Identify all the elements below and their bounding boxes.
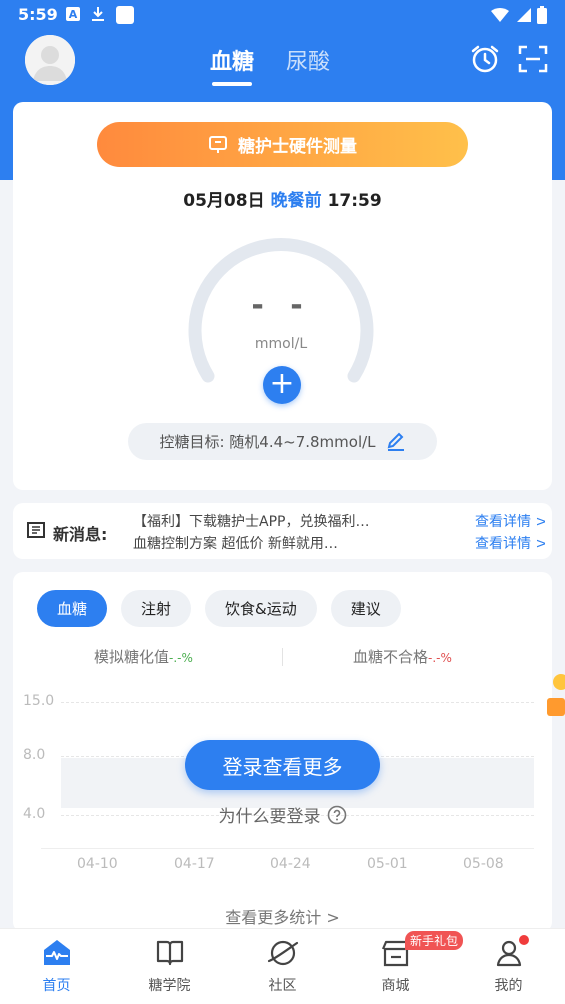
news-line: 【福利】下载糖护士APP，兑换福利…: [133, 514, 370, 530]
login-view-more-button[interactable]: 登录查看更多: [185, 740, 380, 790]
metric-value: -.-%: [428, 651, 452, 665]
news-detail-label: 查看详情 >: [475, 536, 545, 551]
default-avatar-icon: [25, 35, 75, 85]
measurement-time: 17:59: [327, 191, 382, 211]
status-bar: 5:59 A: [0, 0, 565, 30]
x-tick-label: 04-17: [174, 856, 215, 872]
tab-diet-exercise[interactable]: 饮食&运动: [205, 590, 317, 627]
tab-blood-glucose[interactable]: 血糖: [210, 44, 254, 86]
grid-line: [61, 702, 534, 703]
y-tick-label: 8.0: [23, 747, 46, 763]
news-ticker[interactable]: 新消息: 【福利】下载糖护士APP，兑换福利… 血糖控制方案 超低价 新鲜就用……: [13, 503, 552, 559]
metric-label: 模拟糖化值: [94, 648, 170, 666]
download-icon: [90, 6, 106, 22]
measurement-date: 05月08日: [183, 191, 265, 211]
status-time: 5:59: [18, 5, 58, 24]
scan-icon[interactable]: [518, 44, 548, 74]
tab-uric-acid[interactable]: 尿酸: [286, 44, 330, 76]
nav-academy[interactable]: 糖学院: [113, 929, 226, 1004]
glucose-unit: mmol/L: [254, 336, 308, 352]
nav-community[interactable]: 社区: [226, 929, 339, 1004]
metric-divider: [282, 648, 283, 666]
nav-label: 我的: [494, 978, 523, 994]
device-icon: [209, 135, 227, 153]
more-stats-link[interactable]: 查看更多统计 >: [13, 904, 552, 928]
nav-label: 商城: [381, 978, 410, 994]
edit-icon[interactable]: [386, 432, 406, 452]
news-label: 新消息:: [53, 525, 108, 544]
glucose-target-label: 控糖目标: 随机4.4~7.8mmol/L: [159, 433, 376, 451]
hardware-measure-label: 糖护士硬件测量: [238, 137, 357, 157]
nav-home[interactable]: 首页: [0, 929, 113, 1004]
help-icon: [327, 805, 346, 824]
square-notification-icon: [116, 6, 134, 24]
glucose-card: 糖护士硬件测量 05月08日 晚餐前 17:59 - - mmol/L + 控糖目标…: [13, 102, 552, 490]
floating-promo-icon[interactable]: [545, 660, 565, 730]
news-line: 血糖控制方案 超低价 新鲜就用…: [133, 536, 338, 551]
x-tick-label: 05-01: [367, 856, 408, 872]
planet-icon: [267, 940, 298, 966]
book-icon: [156, 940, 183, 966]
wifi-icon: [491, 8, 509, 22]
tab-glucose[interactable]: 血糖: [37, 590, 108, 627]
top-tabs: 血糖 尿酸: [210, 44, 330, 86]
signal-icon: [517, 8, 531, 22]
notification-dot: [519, 935, 529, 945]
home-pulse-icon: [43, 940, 70, 965]
metric-label: 血糖不合格: [353, 648, 429, 666]
metric-out-of-range: 血糖不合格-.-%: [353, 646, 452, 667]
metrics-row: 模拟糖化值-.-% 血糖不合格-.-%: [13, 646, 552, 670]
nav-label: 糖学院: [148, 978, 191, 994]
glucose-value: - -: [251, 288, 311, 323]
hardware-measure-button[interactable]: 糖护士硬件测量: [97, 122, 468, 167]
x-tick-label: 04-10: [77, 856, 118, 872]
avatar[interactable]: [25, 35, 75, 85]
app-notification-icon: A: [66, 7, 80, 21]
news-icon: [27, 522, 45, 538]
x-tick-label: 05-08: [463, 856, 504, 872]
news-detail-link[interactable]: 查看详情 > 查看详情 >: [475, 511, 545, 551]
y-tick-label: 15.0: [23, 693, 55, 709]
tab-advice[interactable]: 建议: [330, 590, 401, 627]
glucose-target[interactable]: 控糖目标: 随机4.4~7.8mmol/L: [128, 423, 437, 460]
top-header: 血糖 尿酸: [0, 30, 565, 100]
nav-profile[interactable]: 我的: [452, 929, 565, 1004]
bottom-navigation: 首页 糖学院 社区 新手礼包 商城 我的: [0, 928, 565, 1004]
measurement-datetime: 05月08日 晚餐前 17:59: [13, 186, 552, 211]
news-lines: 【福利】下载糖护士APP，兑换福利… 血糖控制方案 超低价 新鲜就用…: [133, 511, 473, 551]
metric-estimated-a1c: 模拟糖化值-.-%: [94, 646, 193, 667]
x-axis: [41, 848, 534, 849]
news-detail-label: 查看详情 >: [475, 514, 545, 530]
metric-value: -.-%: [169, 651, 193, 665]
nav-label: 社区: [268, 978, 297, 994]
meal-period[interactable]: 晚餐前: [271, 191, 322, 211]
nav-shop[interactable]: 新手礼包 商城: [339, 929, 464, 1004]
nav-label: 首页: [42, 978, 71, 994]
battery-icon: [537, 6, 547, 24]
why-login-label: 为什么要登录: [218, 807, 321, 827]
tab-injection[interactable]: 注射: [121, 590, 192, 627]
stats-card: 血糖 注射 饮食&运动 建议 模拟糖化值-.-% 血糖不合格-.-% 15.0 8…: [13, 572, 552, 932]
add-record-button[interactable]: +: [263, 366, 301, 404]
stats-tabs: 血糖 注射 饮食&运动 建议: [37, 590, 401, 627]
why-login[interactable]: 为什么要登录: [13, 802, 552, 827]
alarm-clock-icon[interactable]: [470, 44, 500, 74]
x-tick-label: 04-24: [270, 856, 311, 872]
